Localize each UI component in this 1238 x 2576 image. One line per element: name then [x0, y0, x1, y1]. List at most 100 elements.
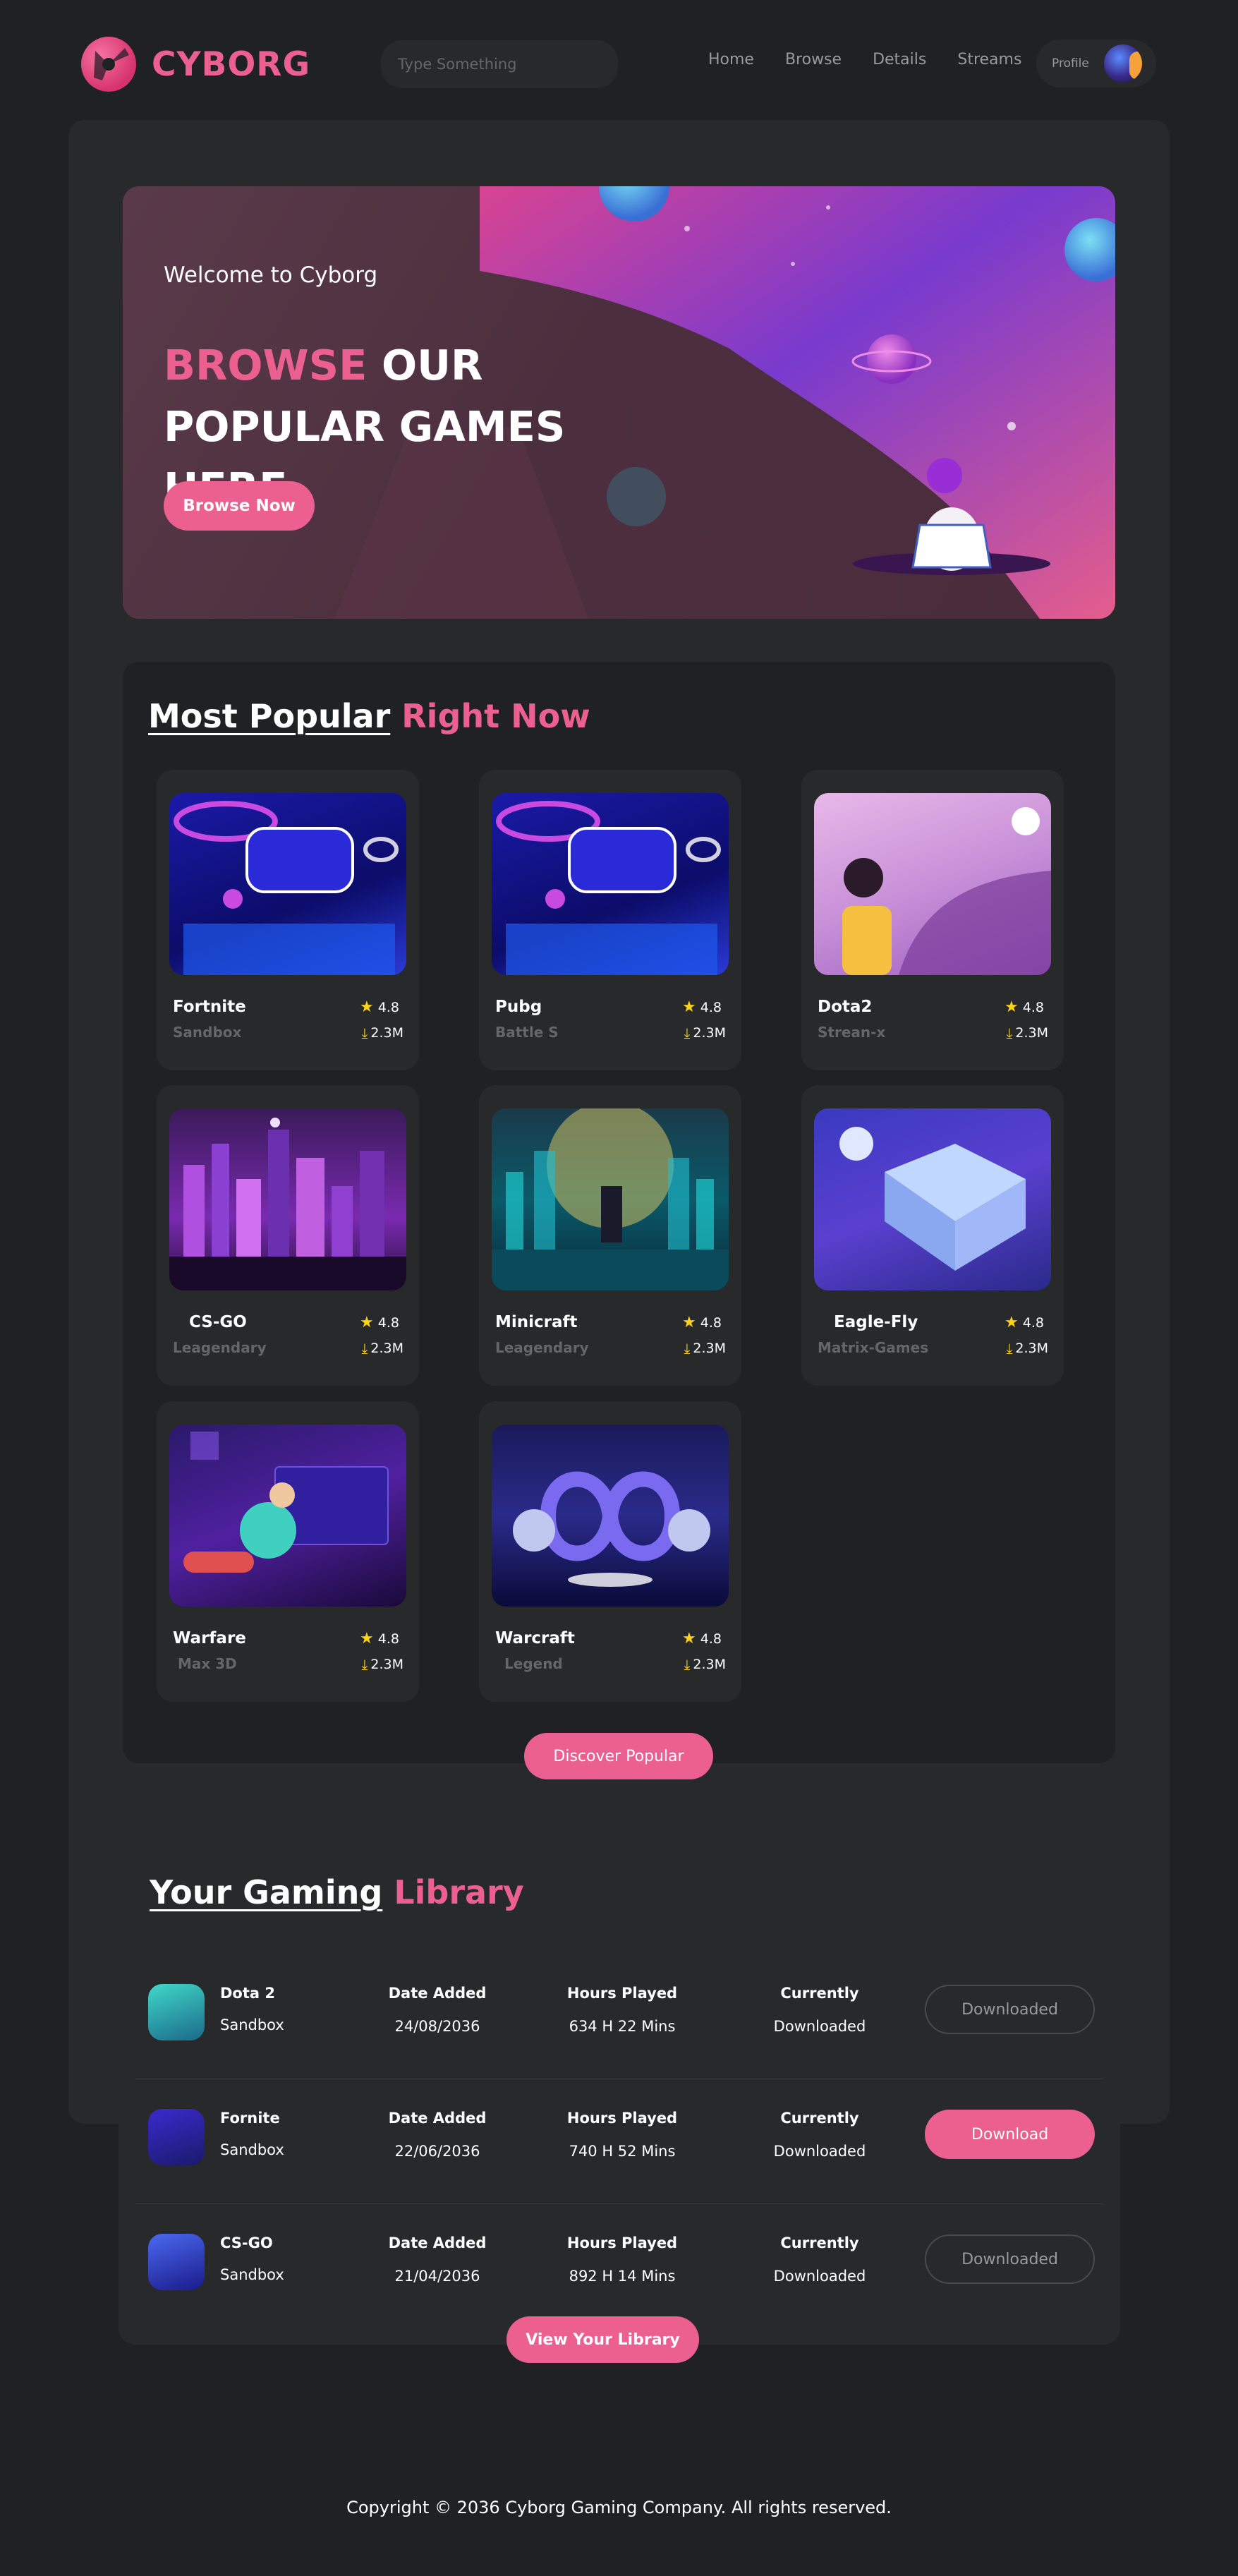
date-added-column: Date Added 24/08/2036 [367, 1985, 508, 2035]
library-game-category: Sandbox [220, 2266, 284, 2283]
game-thumbnail [169, 1108, 406, 1290]
game-category: Leagendary [173, 1339, 267, 1356]
nav-details[interactable]: Details [873, 51, 926, 68]
date-added-value: 22/06/2036 [394, 2143, 480, 2160]
game-category: Leagendary [495, 1339, 589, 1356]
game-rating: ★ 4.8 [360, 1315, 399, 1331]
library-game-category: Sandbox [220, 2016, 284, 2033]
discover-popular-button[interactable]: Discover Popular [524, 1733, 713, 1779]
game-thumbnail [492, 1108, 729, 1290]
section-title: Your Gaming Library [150, 1873, 524, 1911]
game-category: Sandbox [173, 1024, 242, 1041]
hours-played-value: 634 H 22 Mins [569, 2018, 676, 2035]
download-icon: ⤓ [1006, 1340, 1013, 1357]
game-thumbnail [814, 793, 1051, 975]
download-icon: ⤓ [361, 1656, 368, 1673]
game-title: Warfare [173, 1629, 246, 1647]
profile-button[interactable]: Profile [1036, 40, 1156, 87]
rating-value: 4.8 [1022, 1315, 1044, 1331]
rating-value: 4.8 [700, 1000, 722, 1015]
game-downloads: ⤓ 2.3M [362, 1657, 403, 1672]
game-rating: ★ 4.8 [1005, 998, 1044, 1016]
game-category: Strean-x [818, 1024, 886, 1041]
game-card[interactable]: Eagle-Fly Matrix-Games ★ 4.8 ⤓ 2.3M [801, 1085, 1064, 1386]
footer-copyright: Copyright © 2036 Cyborg Gaming Company. … [346, 2498, 892, 2517]
hero-title-highlight: BROWSE [164, 341, 368, 389]
downloaded-button[interactable]: Downloaded [925, 2235, 1095, 2284]
game-thumbnail [492, 793, 729, 975]
library-game-category: Sandbox [220, 2141, 284, 2158]
rating-value: 4.8 [700, 1315, 722, 1331]
game-downloads: ⤓ 2.3M [362, 1341, 403, 1356]
downloads-value: 2.3M [1015, 1341, 1048, 1356]
game-thumbnail [814, 1108, 1051, 1290]
rating-value: 4.8 [1022, 1000, 1044, 1015]
game-card[interactable]: CS-GO Leagendary ★ 4.8 ⤓ 2.3M [157, 1085, 419, 1386]
star-icon: ★ [682, 1630, 696, 1647]
status-value: Downloaded [773, 2143, 866, 2160]
game-rating: ★ 4.8 [1005, 1315, 1044, 1331]
logo[interactable]: CYBORG [81, 35, 310, 93]
game-thumbnail [492, 1425, 729, 1607]
search-input[interactable] [381, 40, 618, 88]
game-card[interactable]: Fortnite Sandbox ★ 4.8 ⤓ 2.3M [157, 770, 419, 1070]
hours-played-value: 892 H 14 Mins [569, 2268, 676, 2285]
download-icon: ⤓ [684, 1656, 691, 1673]
downloads-value: 2.3M [693, 1025, 726, 1041]
date-added-column: Date Added 21/04/2036 [367, 2235, 508, 2285]
gaming-library-section: Your Gaming Library Dota 2 Sandbox Date … [119, 1830, 1120, 2345]
nav-streams[interactable]: Streams [957, 51, 1021, 68]
downloads-value: 2.3M [370, 1657, 403, 1672]
game-category: Legend [504, 1655, 563, 1672]
game-category: Matrix-Games [818, 1339, 929, 1356]
game-rating: ★ 4.8 [682, 1000, 722, 1016]
game-downloads: ⤓ 2.3M [1007, 1341, 1048, 1356]
star-icon: ★ [1005, 998, 1019, 1016]
hours-played-column: Hours Played 634 H 22 Mins [552, 1985, 693, 2035]
game-title: Eagle-Fly [834, 1313, 918, 1331]
game-title: Minicraft [495, 1313, 578, 1331]
download-icon: ⤓ [684, 1340, 691, 1357]
library-game-title: CS-GO [220, 2235, 273, 2251]
game-category: Max 3D [178, 1655, 237, 1672]
section-title-main: Your Gaming [150, 1873, 383, 1911]
game-rating: ★ 4.8 [682, 1631, 722, 1647]
library-game-title: Fornite [220, 2110, 280, 2127]
library-row: Fornite Sandbox Date Added 22/06/2036 Hou… [135, 2079, 1103, 2204]
game-card[interactable]: Warfare Max 3D ★ 4.8 ⤓ 2.3M [157, 1401, 419, 1702]
date-added-label: Date Added [388, 1985, 487, 2002]
game-downloads: ⤓ 2.3M [684, 1657, 726, 1672]
game-downloads: ⤓ 2.3M [684, 1341, 726, 1356]
game-card[interactable]: Dota2 Strean-x ★ 4.8 ⤓ 2.3M [801, 770, 1064, 1070]
library-thumbnail [148, 1984, 205, 2040]
game-title: Pubg [495, 998, 542, 1016]
downloads-value: 2.3M [370, 1025, 403, 1041]
library-thumbnail [148, 2109, 205, 2165]
nav-browse[interactable]: Browse [785, 51, 842, 68]
nav-home[interactable]: Home [708, 51, 754, 68]
game-card[interactable]: Warcraft Legend ★ 4.8 ⤓ 2.3M [479, 1401, 741, 1702]
game-title: Dota2 [818, 998, 873, 1016]
game-downloads: ⤓ 2.3M [1007, 1025, 1048, 1041]
library-row: Dota 2 Sandbox Date Added 24/08/2036 Hour… [135, 1954, 1103, 2079]
download-button[interactable]: Download [925, 2110, 1095, 2159]
downloads-value: 2.3M [370, 1341, 403, 1356]
game-downloads: ⤓ 2.3M [684, 1025, 726, 1041]
downloaded-button[interactable]: Downloaded [925, 1985, 1095, 2034]
rating-value: 4.8 [377, 1000, 399, 1015]
library-game-title: Dota 2 [220, 1985, 275, 2002]
status-value: Downloaded [773, 2268, 866, 2285]
status-column: Currently Downloaded [749, 1985, 890, 2035]
rating-value: 4.8 [377, 1631, 399, 1647]
game-card[interactable]: Minicraft Leagendary ★ 4.8 ⤓ 2.3M [479, 1085, 741, 1386]
star-icon: ★ [360, 1630, 374, 1647]
date-added-label: Date Added [388, 2235, 487, 2251]
status-label: Currently [780, 1985, 859, 2002]
star-icon: ★ [360, 998, 374, 1016]
rating-value: 4.8 [377, 1315, 399, 1331]
main-nav: Home Browse Details Streams [708, 51, 1052, 68]
view-library-button[interactable]: View Your Library [506, 2316, 699, 2363]
game-card[interactable]: Pubg Battle S ★ 4.8 ⤓ 2.3M [479, 770, 741, 1070]
browse-now-button[interactable]: Browse Now [164, 481, 315, 531]
date-added-value: 24/08/2036 [394, 2018, 480, 2035]
